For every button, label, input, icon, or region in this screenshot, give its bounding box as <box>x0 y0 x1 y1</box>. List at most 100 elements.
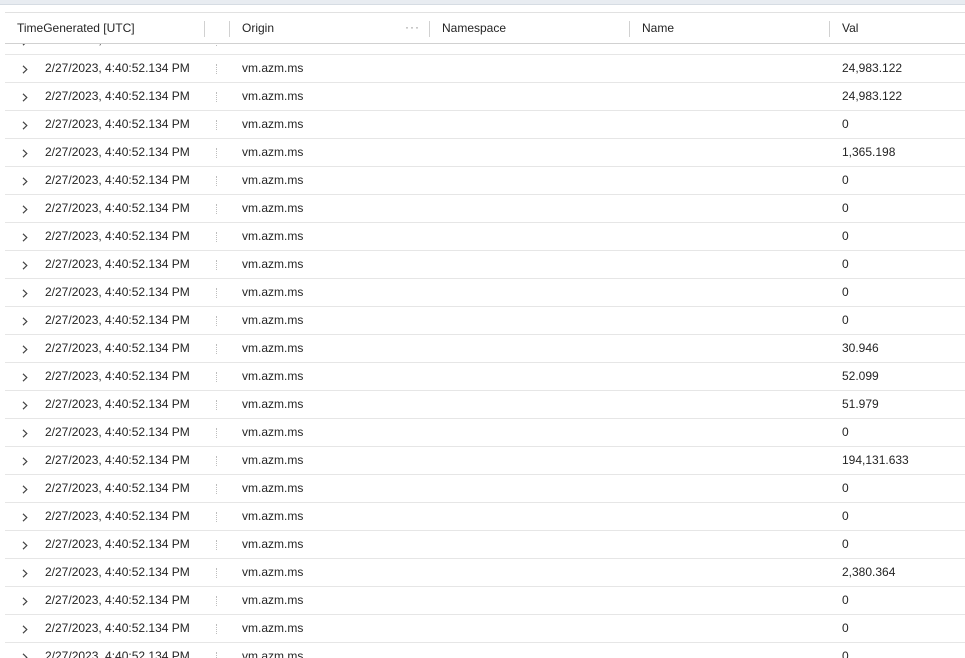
cell-val: 2,380.364 <box>842 565 896 579</box>
cell-divider <box>216 596 218 606</box>
cell-val: 0 <box>842 537 849 551</box>
expand-row-chevron-icon[interactable] <box>19 279 31 306</box>
cell-val: 0 <box>842 593 849 607</box>
cell-origin: vm.azm.ms <box>242 61 304 75</box>
expand-row-chevron-icon[interactable] <box>19 615 31 642</box>
cell-origin: vm.azm.ms <box>242 425 304 439</box>
column-header-name[interactable]: Name <box>642 13 674 44</box>
expand-row-chevron-icon[interactable] <box>19 223 31 250</box>
column-resize-handle[interactable] <box>229 21 230 37</box>
column-resize-handle[interactable] <box>829 21 830 37</box>
cell-timegenerated: 2/27/2023, 4:40:52.134 PM <box>45 565 190 579</box>
cell-timegenerated: 2/27/2023, 4:40:52.134 PM <box>45 285 190 299</box>
expand-row-chevron-icon[interactable] <box>19 83 31 110</box>
cell-timegenerated: 2/27/2023, 4:40:52.134 PM <box>45 201 190 215</box>
table-row[interactable]: 2/27/2023, 4:40:52.134 PM vm.azm.ms 194,… <box>5 447 965 475</box>
cell-origin: vm.azm.ms <box>242 509 304 523</box>
cell-origin: vm.azm.ms <box>242 621 304 635</box>
table-row[interactable]: 2/27/2023, 4:40:52.134 PM vm.azm.ms 0 <box>5 419 965 447</box>
expand-row-chevron-icon[interactable] <box>19 643 31 658</box>
expand-row-chevron-icon[interactable] <box>19 531 31 558</box>
table-row[interactable]: 2/27/2023, 4:40:52.134 PM vm.azm.ms 1,36… <box>5 139 965 167</box>
cell-divider <box>216 456 218 466</box>
expand-row-chevron-icon[interactable] <box>19 111 31 138</box>
cell-val: 0 <box>842 229 849 243</box>
cell-divider <box>216 372 218 382</box>
column-resize-handle[interactable] <box>629 21 630 37</box>
table-row[interactable]: 2/27/2023, 4:40:52.134 PM vm.azm.ms 0 <box>5 531 965 559</box>
expand-row-chevron-icon[interactable] <box>19 475 31 502</box>
cell-timegenerated: 2/27/2023, 4:40:52.134 PM <box>45 621 190 635</box>
cell-divider <box>216 484 218 494</box>
column-header-timegenerated[interactable]: TimeGenerated [UTC] <box>17 13 135 44</box>
expand-row-chevron-icon[interactable] <box>19 307 31 334</box>
cell-divider <box>216 288 218 298</box>
expand-row-chevron-icon[interactable] <box>19 559 31 586</box>
cell-divider <box>216 316 218 326</box>
grid-body[interactable]: 2/27/2023, 4:40:52.134 PM vm.azm.ms 0 2/… <box>5 44 965 658</box>
expand-row-chevron-icon[interactable] <box>19 503 31 530</box>
table-row[interactable]: 2/27/2023, 4:40:52.134 PM vm.azm.ms 24,9… <box>5 83 965 111</box>
cell-origin: vm.azm.ms <box>242 285 304 299</box>
expand-row-chevron-icon[interactable] <box>19 447 31 474</box>
expand-row-chevron-icon[interactable] <box>19 195 31 222</box>
expand-row-chevron-icon[interactable] <box>19 44 31 54</box>
column-header-val[interactable]: Val <box>842 13 858 44</box>
table-row[interactable]: 2/27/2023, 4:40:52.134 PM vm.azm.ms 0 <box>5 251 965 279</box>
table-row[interactable]: 2/27/2023, 4:40:52.134 PM vm.azm.ms 30.9… <box>5 335 965 363</box>
cell-val: 0 <box>842 621 849 635</box>
table-row[interactable]: 2/27/2023, 4:40:52.134 PM vm.azm.ms 0 <box>5 475 965 503</box>
cell-timegenerated: 2/27/2023, 4:40:52.134 PM <box>45 341 190 355</box>
expand-row-chevron-icon[interactable] <box>19 167 31 194</box>
cell-divider <box>216 204 218 214</box>
cell-origin: vm.azm.ms <box>242 145 304 159</box>
cell-origin: vm.azm.ms <box>242 453 304 467</box>
expand-row-chevron-icon[interactable] <box>19 55 31 82</box>
cell-origin: vm.azm.ms <box>242 44 303 54</box>
cell-divider <box>216 568 218 578</box>
table-row[interactable]: 2/27/2023, 4:40:52.134 PM vm.azm.ms 0 <box>5 195 965 223</box>
cell-val: 0 <box>842 257 849 271</box>
column-resize-handle[interactable] <box>204 21 205 37</box>
table-row[interactable]: 2/27/2023, 4:40:52.134 PM vm.azm.ms 0 <box>5 615 965 643</box>
top-toolbar-edge <box>0 0 965 5</box>
cell-timegenerated: 2/27/2023, 4:40:52.134 PM <box>45 453 190 467</box>
table-row[interactable]: 2/27/2023, 4:40:52.134 PM vm.azm.ms 0 <box>5 167 965 195</box>
table-row[interactable]: 2/27/2023, 4:40:52.134 PM vm.azm.ms 0 <box>5 111 965 139</box>
expand-row-chevron-icon[interactable] <box>19 419 31 446</box>
table-row[interactable]: 2/27/2023, 4:40:52.134 PM vm.azm.ms 0 <box>5 279 965 307</box>
cell-timegenerated: 2/27/2023, 4:40:52.134 PM <box>45 649 190 658</box>
expand-row-chevron-icon[interactable] <box>19 251 31 278</box>
column-header-origin[interactable]: Origin <box>242 13 274 44</box>
cell-origin: vm.azm.ms <box>242 369 304 383</box>
cell-divider <box>216 400 218 410</box>
expand-row-chevron-icon[interactable] <box>19 335 31 362</box>
table-row[interactable]: 2/27/2023, 4:40:52.134 PM vm.azm.ms 52.0… <box>5 363 965 391</box>
cell-timegenerated: 2/27/2023, 4:40:52.134 PM <box>45 313 190 327</box>
column-header-namespace[interactable]: Namespace <box>442 13 506 44</box>
cell-val: 0 <box>842 313 849 327</box>
cell-timegenerated: 2/27/2023, 4:40:52.134 PM <box>45 257 190 271</box>
table-row[interactable]: 2/27/2023, 4:40:52.134 PM vm.azm.ms 0 <box>5 307 965 335</box>
table-row[interactable]: 2/27/2023, 4:40:52.134 PM vm.azm.ms 0 <box>5 587 965 615</box>
cell-timegenerated: 2/27/2023, 4:40:52.134 PM <box>45 509 190 523</box>
cell-origin: vm.azm.ms <box>242 173 304 187</box>
cell-origin: vm.azm.ms <box>242 341 304 355</box>
table-row[interactable]: 2/27/2023, 4:40:52.134 PM vm.azm.ms 2,38… <box>5 559 965 587</box>
column-menu-icon[interactable]: ··· <box>405 13 420 44</box>
expand-row-chevron-icon[interactable] <box>19 363 31 390</box>
column-resize-handle[interactable] <box>429 21 430 37</box>
cell-divider <box>216 176 218 186</box>
table-row[interactable]: 2/27/2023, 4:40:52.134 PM vm.azm.ms 0 <box>5 44 965 55</box>
table-row[interactable]: 2/27/2023, 4:40:52.134 PM vm.azm.ms 0 <box>5 503 965 531</box>
cell-val: 52.099 <box>842 369 879 383</box>
expand-row-chevron-icon[interactable] <box>19 391 31 418</box>
table-row[interactable]: 2/27/2023, 4:40:52.134 PM vm.azm.ms 0 <box>5 643 965 658</box>
table-row[interactable]: 2/27/2023, 4:40:52.134 PM vm.azm.ms 51.9… <box>5 391 965 419</box>
table-row[interactable]: 2/27/2023, 4:40:52.134 PM vm.azm.ms 24,9… <box>5 55 965 83</box>
expand-row-chevron-icon[interactable] <box>19 587 31 614</box>
table-row[interactable]: 2/27/2023, 4:40:52.134 PM vm.azm.ms 0 <box>5 223 965 251</box>
cell-timegenerated: 2/27/2023, 4:40:52.134 PM <box>45 117 190 131</box>
expand-row-chevron-icon[interactable] <box>19 139 31 166</box>
cell-origin: vm.azm.ms <box>242 201 304 215</box>
